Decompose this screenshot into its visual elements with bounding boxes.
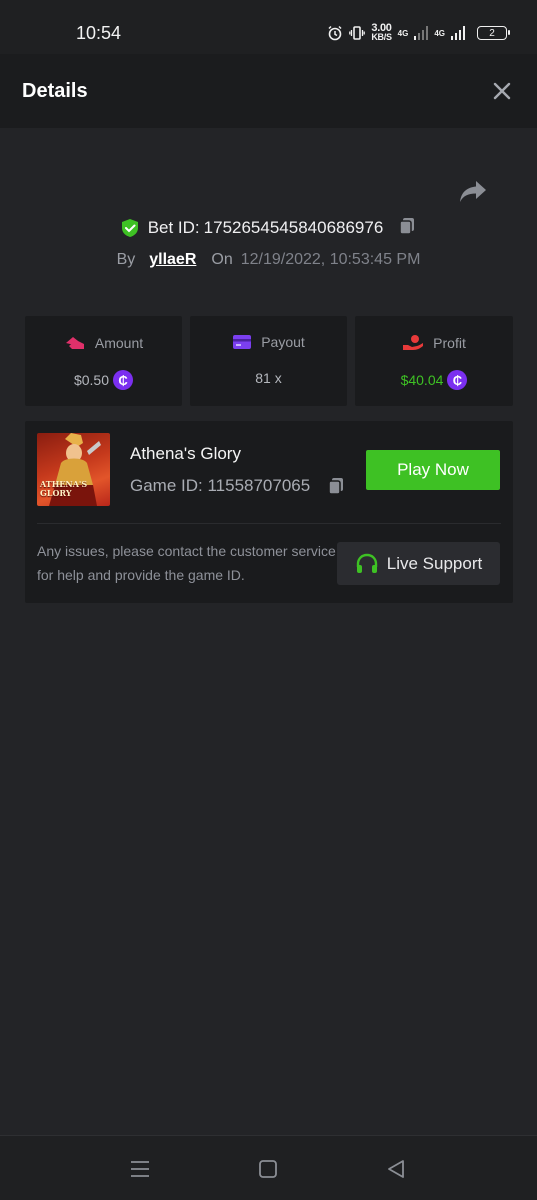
- game-id-row: Game ID: 11558707065: [130, 476, 346, 496]
- stat-value: 81 x: [255, 370, 282, 386]
- game-name: Athena's Glory: [130, 444, 241, 463]
- bet-id-row: Bet ID: 1752654545840686976: [0, 216, 537, 240]
- bet-meta-row: By yllaeR On 12/19/2022, 10:53:45 PM: [0, 249, 537, 271]
- page-title: Details: [22, 80, 88, 102]
- stat-amount-header: Amount: [25, 334, 182, 352]
- bet-id-value: 1752654545840686976: [203, 218, 384, 237]
- menu-icon: [131, 1161, 149, 1177]
- status-icons: 3.00 KB/S 4G 4G 2: [327, 22, 510, 44]
- stat-value: $40.04: [400, 372, 444, 388]
- stat-amount-value-row: $0.50 ₵: [25, 370, 182, 390]
- coin-icon: ₵: [447, 370, 468, 390]
- game-card: ATHENA'S GLORY Athena's Glory Game ID: 1…: [25, 421, 513, 603]
- system-nav-bar: [0, 1135, 537, 1200]
- stat-label: Payout: [261, 334, 305, 350]
- vibrate-icon: [349, 26, 366, 40]
- profit-icon: [403, 335, 424, 350]
- home-button[interactable]: [257, 1158, 281, 1182]
- close-button[interactable]: [491, 80, 513, 102]
- stat-payout: Payout 81 x: [190, 316, 347, 406]
- live-support-label: Live Support: [386, 553, 483, 573]
- payout-card-icon: [233, 335, 252, 349]
- game-thumbnail[interactable]: ATHENA'S GLORY: [37, 433, 110, 506]
- copy-icon: [328, 478, 344, 495]
- share-button[interactable]: [458, 178, 488, 204]
- close-icon: [493, 82, 511, 100]
- copy-bet-id-button[interactable]: [397, 216, 417, 241]
- game-thumbnail-logo: ATHENA'S GLORY: [40, 479, 88, 498]
- stat-profit: Profit $40.04 ₵: [355, 316, 513, 406]
- share-icon: [460, 181, 486, 202]
- stat-profit-header: Profit: [355, 334, 513, 352]
- coin-icon: ₵: [113, 370, 134, 390]
- back-triangle-icon: [388, 1160, 404, 1178]
- battery-level: 2: [489, 27, 495, 39]
- stat-value: $0.50: [73, 372, 110, 388]
- network-type-2: 4G: [434, 28, 445, 38]
- recent-apps-button[interactable]: [129, 1158, 153, 1182]
- copy-icon: [399, 217, 415, 235]
- game-id: Game ID: 11558707065: [130, 476, 311, 495]
- battery-icon: 2: [477, 26, 510, 40]
- username-link[interactable]: yllaeR: [149, 251, 196, 269]
- network-speed: 3.00 KB/S: [371, 23, 392, 42]
- signal-1-icon: [414, 26, 429, 40]
- status-time: 10:54: [76, 23, 122, 43]
- amount-icon: [65, 337, 84, 349]
- alarm-icon: [328, 25, 342, 41]
- divider: [37, 523, 501, 524]
- play-now-button[interactable]: Play Now: [366, 450, 500, 490]
- signal-2-icon: [451, 26, 465, 40]
- stat-label: Amount: [94, 335, 144, 351]
- stat-label: Profit: [433, 335, 466, 351]
- headset-icon: [356, 553, 377, 573]
- stat-profit-value-row: $40.04 ₵: [355, 370, 513, 390]
- network-type-1: 4G: [397, 28, 409, 38]
- status-bar: 10:54 3.00 KB/S 4G 4G 2: [0, 0, 537, 54]
- stat-payout-value-row: 81 x: [190, 370, 347, 386]
- copy-game-id-button[interactable]: [326, 476, 346, 496]
- home-square-icon: [259, 1160, 277, 1178]
- on-label: On: [211, 251, 233, 268]
- live-support-button[interactable]: Live Support: [337, 542, 500, 585]
- verified-shield-icon: [121, 219, 138, 237]
- bet-id-label: Bet ID:: [147, 218, 200, 237]
- details-header: Details: [0, 54, 537, 128]
- support-text: Any issues, please contact the customer …: [37, 543, 336, 583]
- by-label: By: [116, 251, 136, 268]
- speed-unit: KB/S: [371, 32, 392, 42]
- back-button[interactable]: [385, 1158, 409, 1182]
- bet-date: 12/19/2022, 10:53:45 PM: [240, 251, 421, 268]
- stat-payout-header: Payout: [190, 334, 347, 350]
- stat-amount: Amount $0.50 ₵: [25, 316, 182, 406]
